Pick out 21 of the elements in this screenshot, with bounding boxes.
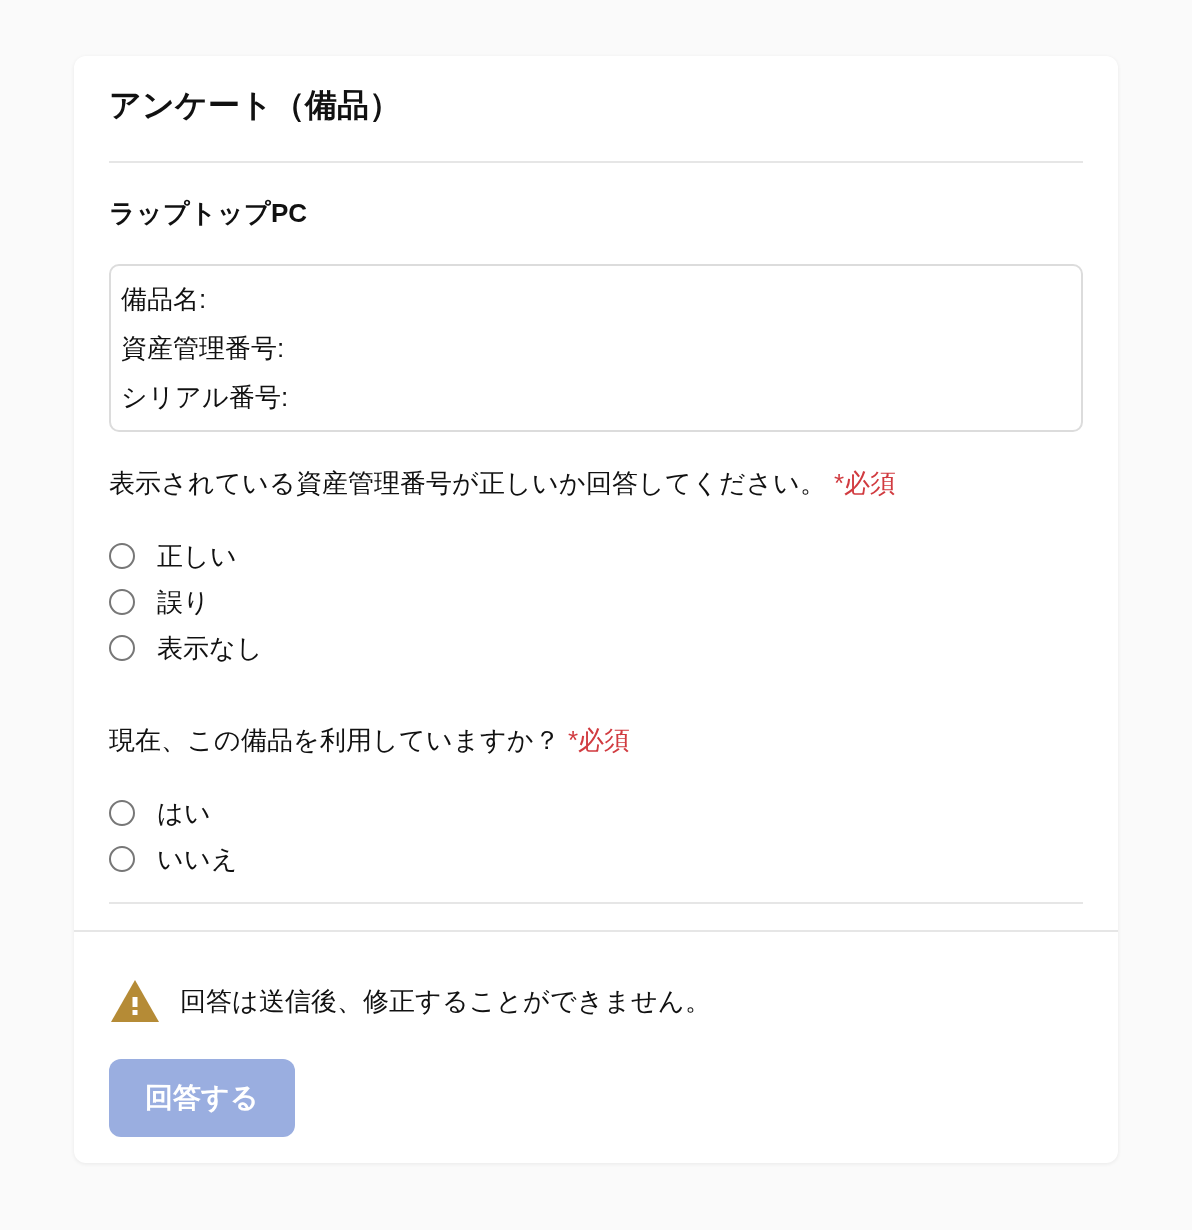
section-title: ラップトップPC <box>109 197 309 230</box>
radio-label[interactable]: 正しい <box>157 536 237 576</box>
radio-button[interactable] <box>109 543 135 569</box>
required-label: *必須 <box>568 724 631 757</box>
radio-label[interactable]: 表示なし <box>157 628 263 668</box>
radio-button[interactable] <box>109 635 135 661</box>
radio-button[interactable] <box>109 800 135 826</box>
info-label: 備品名: <box>121 283 208 316</box>
radio-button[interactable] <box>109 846 135 872</box>
warning-text: 回答は送信後、修正することができません。 <box>180 984 711 1018</box>
radio-label[interactable]: いいえ <box>157 839 238 879</box>
radio-label[interactable]: はい <box>157 793 211 833</box>
question-text: 表示されている資産管理番号が正しいか回答してください。 <box>109 467 826 500</box>
required-label: *必須 <box>834 467 897 500</box>
info-label: シリアル番号: <box>121 381 290 414</box>
radio-button[interactable] <box>109 589 135 615</box>
info-label: 資産管理番号: <box>121 332 286 365</box>
warning-icon <box>111 980 159 1022</box>
question-text: 現在、この備品を利用していますか？ <box>109 724 560 757</box>
radio-label[interactable]: 誤り <box>157 582 210 622</box>
survey-title: アンケート（備品） <box>109 86 402 125</box>
